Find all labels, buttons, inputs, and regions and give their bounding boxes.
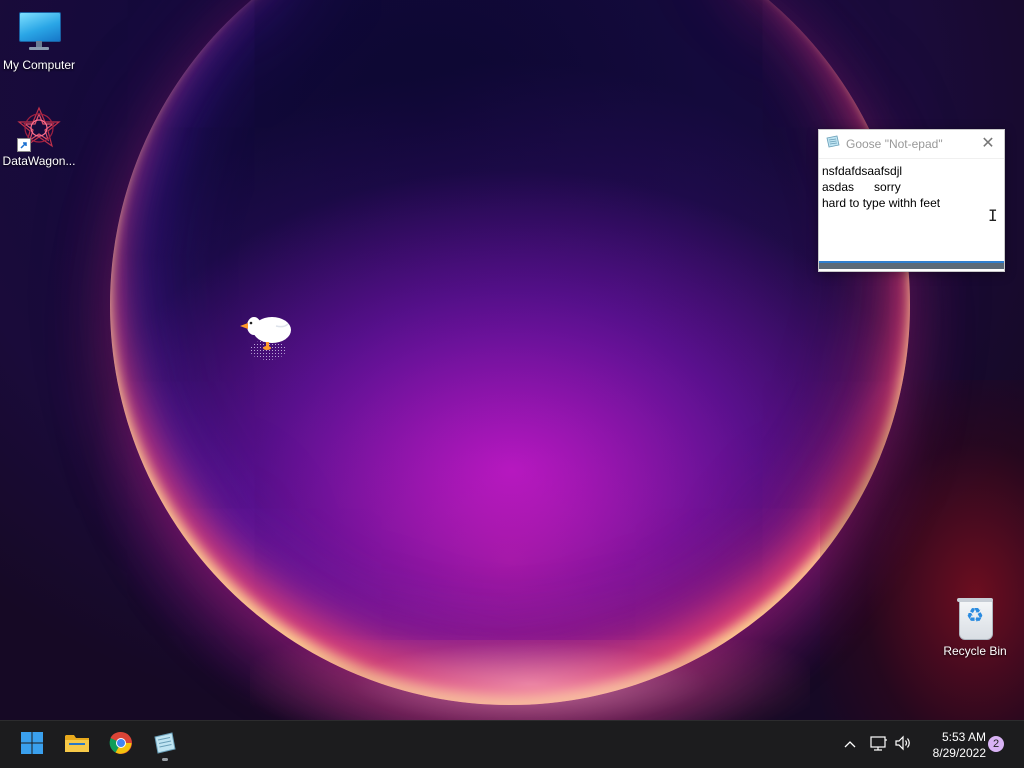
clock-time: 5:53 AM bbox=[941, 730, 986, 744]
network-icon[interactable] bbox=[866, 735, 892, 756]
notepad-titlebar[interactable]: Goose "Not-epad" ✕ bbox=[819, 130, 1004, 159]
notepad-status-bar bbox=[819, 261, 1004, 269]
goose-sprite[interactable] bbox=[236, 308, 296, 364]
desktop: My Computer DataWagon... ♻ Recycle Bin G… bbox=[0, 0, 1024, 720]
desktop-icon-datawagon[interactable]: DataWagon... bbox=[0, 106, 78, 168]
desktop-icon-my-computer[interactable]: My Computer bbox=[0, 10, 78, 72]
monitor-icon bbox=[17, 10, 61, 54]
taskbar: 5:53 AM 8/29/2022 bbox=[0, 720, 1024, 768]
notepad-icon bbox=[825, 135, 841, 154]
desktop-icon-recycle-bin[interactable]: ♻ Recycle Bin bbox=[936, 596, 1014, 658]
taskbar-file-explorer[interactable] bbox=[59, 727, 95, 763]
start-button[interactable] bbox=[14, 727, 50, 763]
clock-date: 8/29/2022 bbox=[932, 746, 986, 760]
wallpaper-glow-ring bbox=[110, 0, 910, 705]
running-indicator bbox=[162, 758, 168, 761]
notepad-window[interactable]: Goose "Not-epad" ✕ nsfdafdsaafsdjl asdas… bbox=[818, 129, 1005, 272]
windows-start-icon bbox=[20, 731, 44, 760]
clock[interactable]: 5:53 AM 8/29/2022 bbox=[916, 729, 986, 761]
mandala-icon bbox=[17, 106, 61, 152]
folder-icon bbox=[64, 732, 90, 759]
notepad-icon bbox=[152, 731, 178, 760]
recycle-bin-icon: ♻ bbox=[953, 596, 997, 640]
notepad-title: Goose "Not-epad" bbox=[846, 137, 943, 151]
taskbar-chrome[interactable] bbox=[103, 727, 139, 763]
chevron-up-icon[interactable] bbox=[840, 736, 860, 754]
desktop-icon-label: Recycle Bin bbox=[943, 644, 1007, 658]
chrome-icon bbox=[109, 731, 133, 760]
wallpaper-bottom-glow bbox=[250, 640, 810, 720]
notification-badge[interactable]: 2 bbox=[988, 736, 1004, 752]
text-cursor-icon: I bbox=[988, 206, 998, 225]
wallpaper-red-glow bbox=[820, 380, 1024, 720]
volume-icon[interactable] bbox=[892, 735, 914, 756]
close-icon[interactable]: ✕ bbox=[978, 134, 998, 154]
desktop-icon-label: DataWagon... bbox=[2, 154, 76, 168]
notepad-text-area[interactable]: nsfdafdsaafsdjl asdas sorry hard to type… bbox=[819, 159, 998, 261]
desktop-icon-label: My Computer bbox=[2, 58, 76, 72]
system-tray bbox=[840, 721, 914, 769]
